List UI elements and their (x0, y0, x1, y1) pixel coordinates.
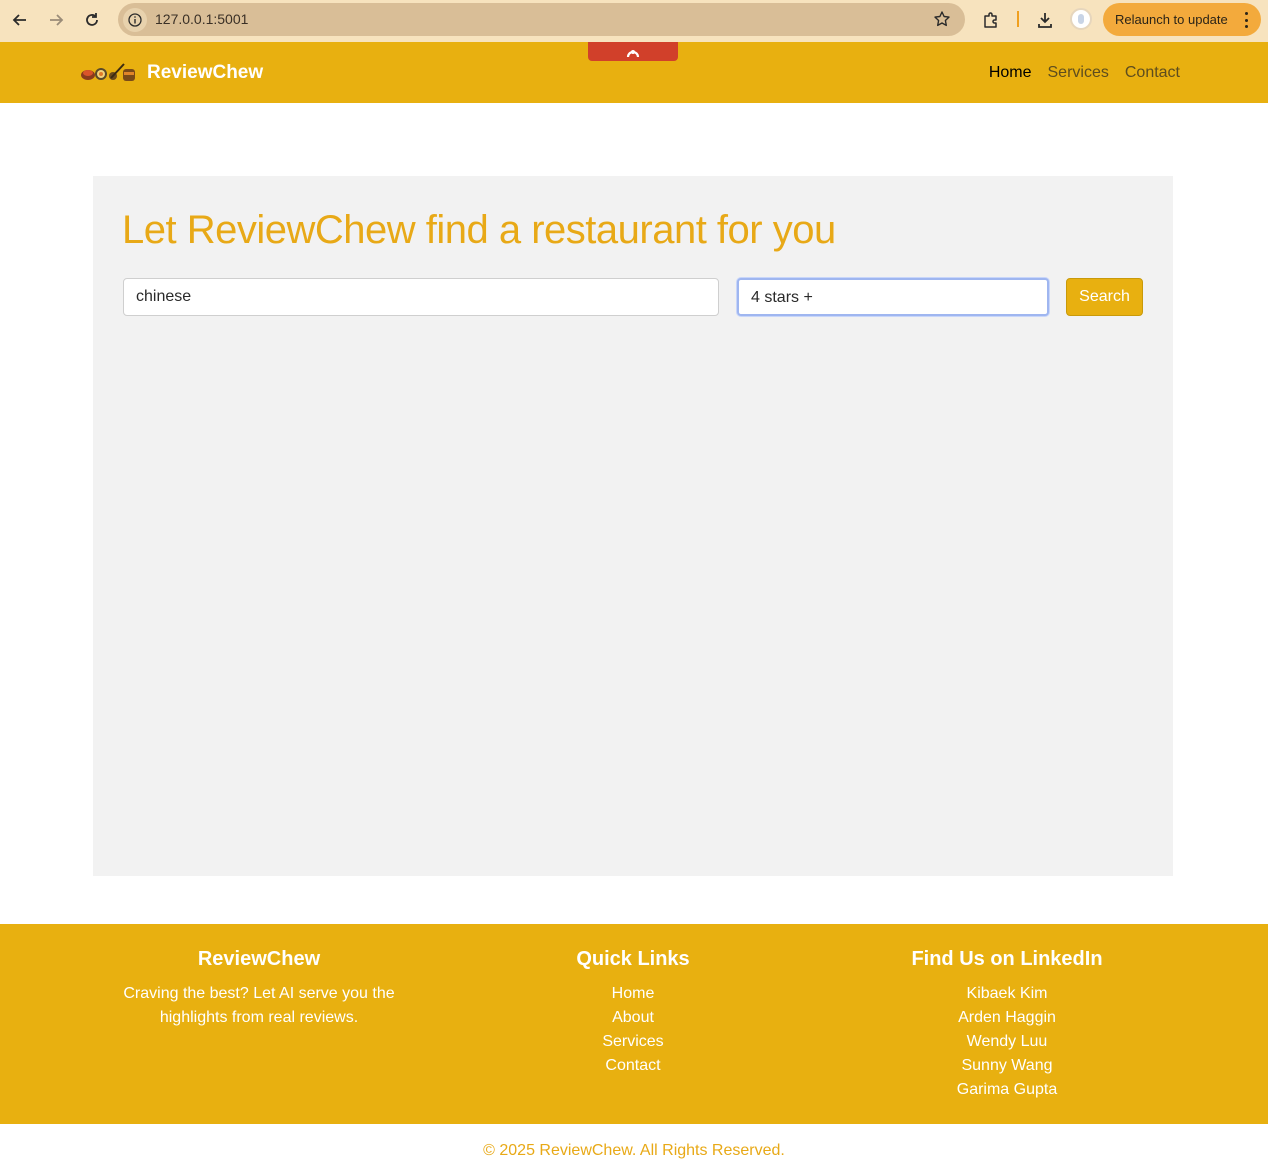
footer-linkedin: Find Us on LinkedIn Kibaek Kim Arden Hag… (857, 948, 1157, 1102)
footer-about-title: ReviewChew (197, 948, 321, 970)
linkedin-link[interactable]: Kibaek Kim (857, 982, 1157, 1006)
profile-avatar[interactable] (1070, 8, 1092, 30)
food-logo-icon (80, 62, 136, 84)
nav-links: Home Services Contact (989, 64, 1180, 82)
browser-toolbar: 127.0.0.1:5001 Relaunch to update (0, 0, 1268, 42)
search-panel: Let ReviewChew find a restaurant for you… (93, 176, 1173, 876)
page-title: Let ReviewChew find a restaurant for you (122, 208, 836, 252)
linkedin-link[interactable]: Sunny Wang (857, 1054, 1157, 1078)
search-button[interactable]: Search (1066, 278, 1143, 316)
footer-link-home[interactable]: Home (483, 982, 783, 1006)
footer-about: ReviewChew Craving the best? Let AI serv… (109, 948, 409, 1030)
linkedin-link[interactable]: Garima Gupta (857, 1078, 1157, 1102)
info-icon[interactable] (123, 8, 147, 32)
bookmark-star-icon[interactable] (933, 10, 951, 33)
site-footer: ReviewChew Craving the best? Let AI serv… (0, 924, 1268, 1124)
cuisine-search-input[interactable]: chinese (123, 278, 719, 316)
footer-linkedin-title: Find Us on LinkedIn (911, 948, 1103, 970)
brand[interactable]: ReviewChew (80, 62, 263, 84)
url-text: 127.0.0.1:5001 (155, 11, 249, 27)
extensions-icon[interactable] (978, 7, 1004, 33)
relaunch-button[interactable]: Relaunch to update (1103, 3, 1261, 36)
nav-link-home[interactable]: Home (989, 64, 1032, 82)
reload-icon[interactable] (79, 7, 105, 33)
nav-link-contact[interactable]: Contact (1125, 64, 1180, 82)
extension-cap-icon[interactable] (588, 42, 678, 61)
linkedin-link[interactable]: Wendy Luu (857, 1030, 1157, 1054)
address-bar[interactable]: 127.0.0.1:5001 (118, 3, 965, 36)
footer-quick-links-title: Quick Links (576, 948, 690, 970)
nav-link-services[interactable]: Services (1048, 64, 1109, 82)
footer-link-about[interactable]: About (483, 1006, 783, 1030)
footer-about-text: Craving the best? Let AI serve you the h… (123, 985, 395, 1026)
forward-arrow-icon[interactable] (43, 7, 69, 33)
brand-name: ReviewChew (147, 62, 264, 83)
site-navbar: ReviewChew Home Services Contact (0, 42, 1268, 103)
linkedin-link[interactable]: Arden Haggin (857, 1006, 1157, 1030)
copyright: © 2025 ReviewChew. All Rights Reserved. (483, 1142, 785, 1159)
relaunch-label: Relaunch to update (1115, 12, 1228, 27)
toolbar-divider (1017, 11, 1019, 27)
rating-filter-input[interactable]: 4 stars + (737, 278, 1049, 316)
menu-dots-icon[interactable] (1245, 12, 1249, 28)
download-icon[interactable] (1032, 7, 1058, 33)
back-arrow-icon[interactable] (7, 7, 33, 33)
footer-link-services[interactable]: Services (483, 1030, 783, 1054)
footer-quick-links: Quick Links Home About Services Contact (483, 948, 783, 1078)
footer-link-contact[interactable]: Contact (483, 1054, 783, 1078)
